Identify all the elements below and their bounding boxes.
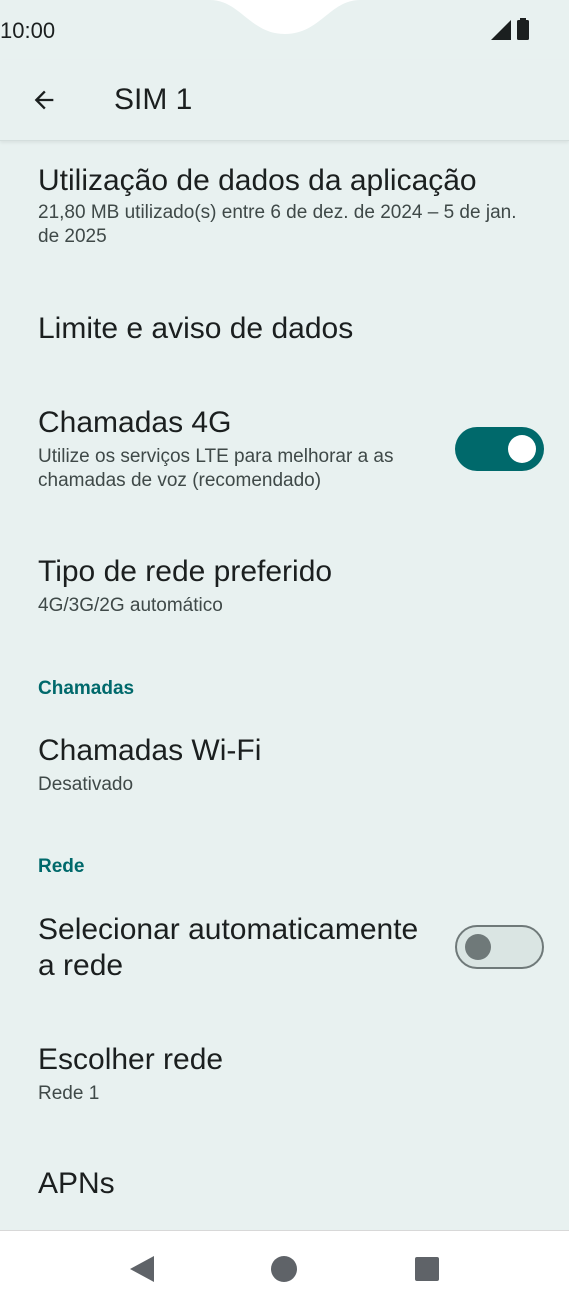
calls-4g-summary: Utilize os serviços LTE para melhorar a … (38, 446, 394, 491)
wifi-calls-title: Chamadas Wi-Fi (38, 734, 262, 767)
network-type-title: Tipo de rede preferido (38, 555, 333, 588)
settings-list: Utilização de dados da aplicação 21,80 M… (0, 143, 569, 1230)
category-network: Rede (38, 856, 85, 877)
nav-back-button[interactable] (128, 1255, 156, 1283)
data-limit-title: Limite e aviso de dados (38, 312, 354, 345)
signal-icon (491, 20, 511, 40)
nav-back-icon (130, 1256, 154, 1282)
navigation-bar (0, 1230, 569, 1307)
app-bar: SIM 1 (0, 60, 569, 141)
arrow-back-icon (34, 90, 54, 110)
apns-item[interactable]: APNs (38, 1166, 569, 1202)
page-title: SIM 1 (114, 83, 193, 116)
wifi-calls-item[interactable]: Chamadas Wi-Fi Desativado (38, 733, 569, 797)
app-data-usage-title: Utilização de dados da aplicação (38, 164, 477, 197)
nav-recents-icon (415, 1257, 439, 1281)
choose-network-summary: Rede 1 (38, 1083, 100, 1104)
calls-4g-switch[interactable] (455, 427, 544, 471)
battery-icon (517, 18, 529, 40)
auto-select-network-title: Selecionar automaticamente a rede (38, 913, 419, 982)
network-type-summary: 4G/3G/2G automático (38, 595, 223, 616)
calls-4g-title: Chamadas 4G (38, 406, 232, 439)
apns-title: APNs (38, 1167, 115, 1200)
network-type-item[interactable]: Tipo de rede preferido 4G/3G/2G automáti… (38, 554, 569, 618)
status-time: 10:00 (0, 18, 56, 43)
switch-knob (465, 934, 491, 960)
nav-recents-button[interactable] (413, 1255, 441, 1283)
switch-knob (508, 435, 536, 463)
category-calls: Chamadas (38, 678, 135, 699)
app-data-usage-item[interactable]: Utilização de dados da aplicação 21,80 M… (38, 163, 569, 249)
status-icons (491, 18, 529, 40)
auto-select-network-switch[interactable] (455, 925, 544, 969)
nav-home-icon (271, 1256, 297, 1282)
data-limit-item[interactable]: Limite e aviso de dados (38, 311, 569, 347)
wifi-calls-summary: Desativado (38, 774, 134, 795)
choose-network-title: Escolher rede (38, 1043, 224, 1076)
choose-network-item[interactable]: Escolher rede Rede 1 (38, 1042, 569, 1106)
nav-home-button[interactable] (270, 1255, 298, 1283)
camera-notch (210, 0, 360, 34)
status-bar: 10:00 (0, 0, 569, 60)
app-data-usage-summary: 21,80 MB utilizado(s) entre 6 de dez. de… (38, 202, 517, 247)
back-button[interactable] (24, 80, 64, 120)
